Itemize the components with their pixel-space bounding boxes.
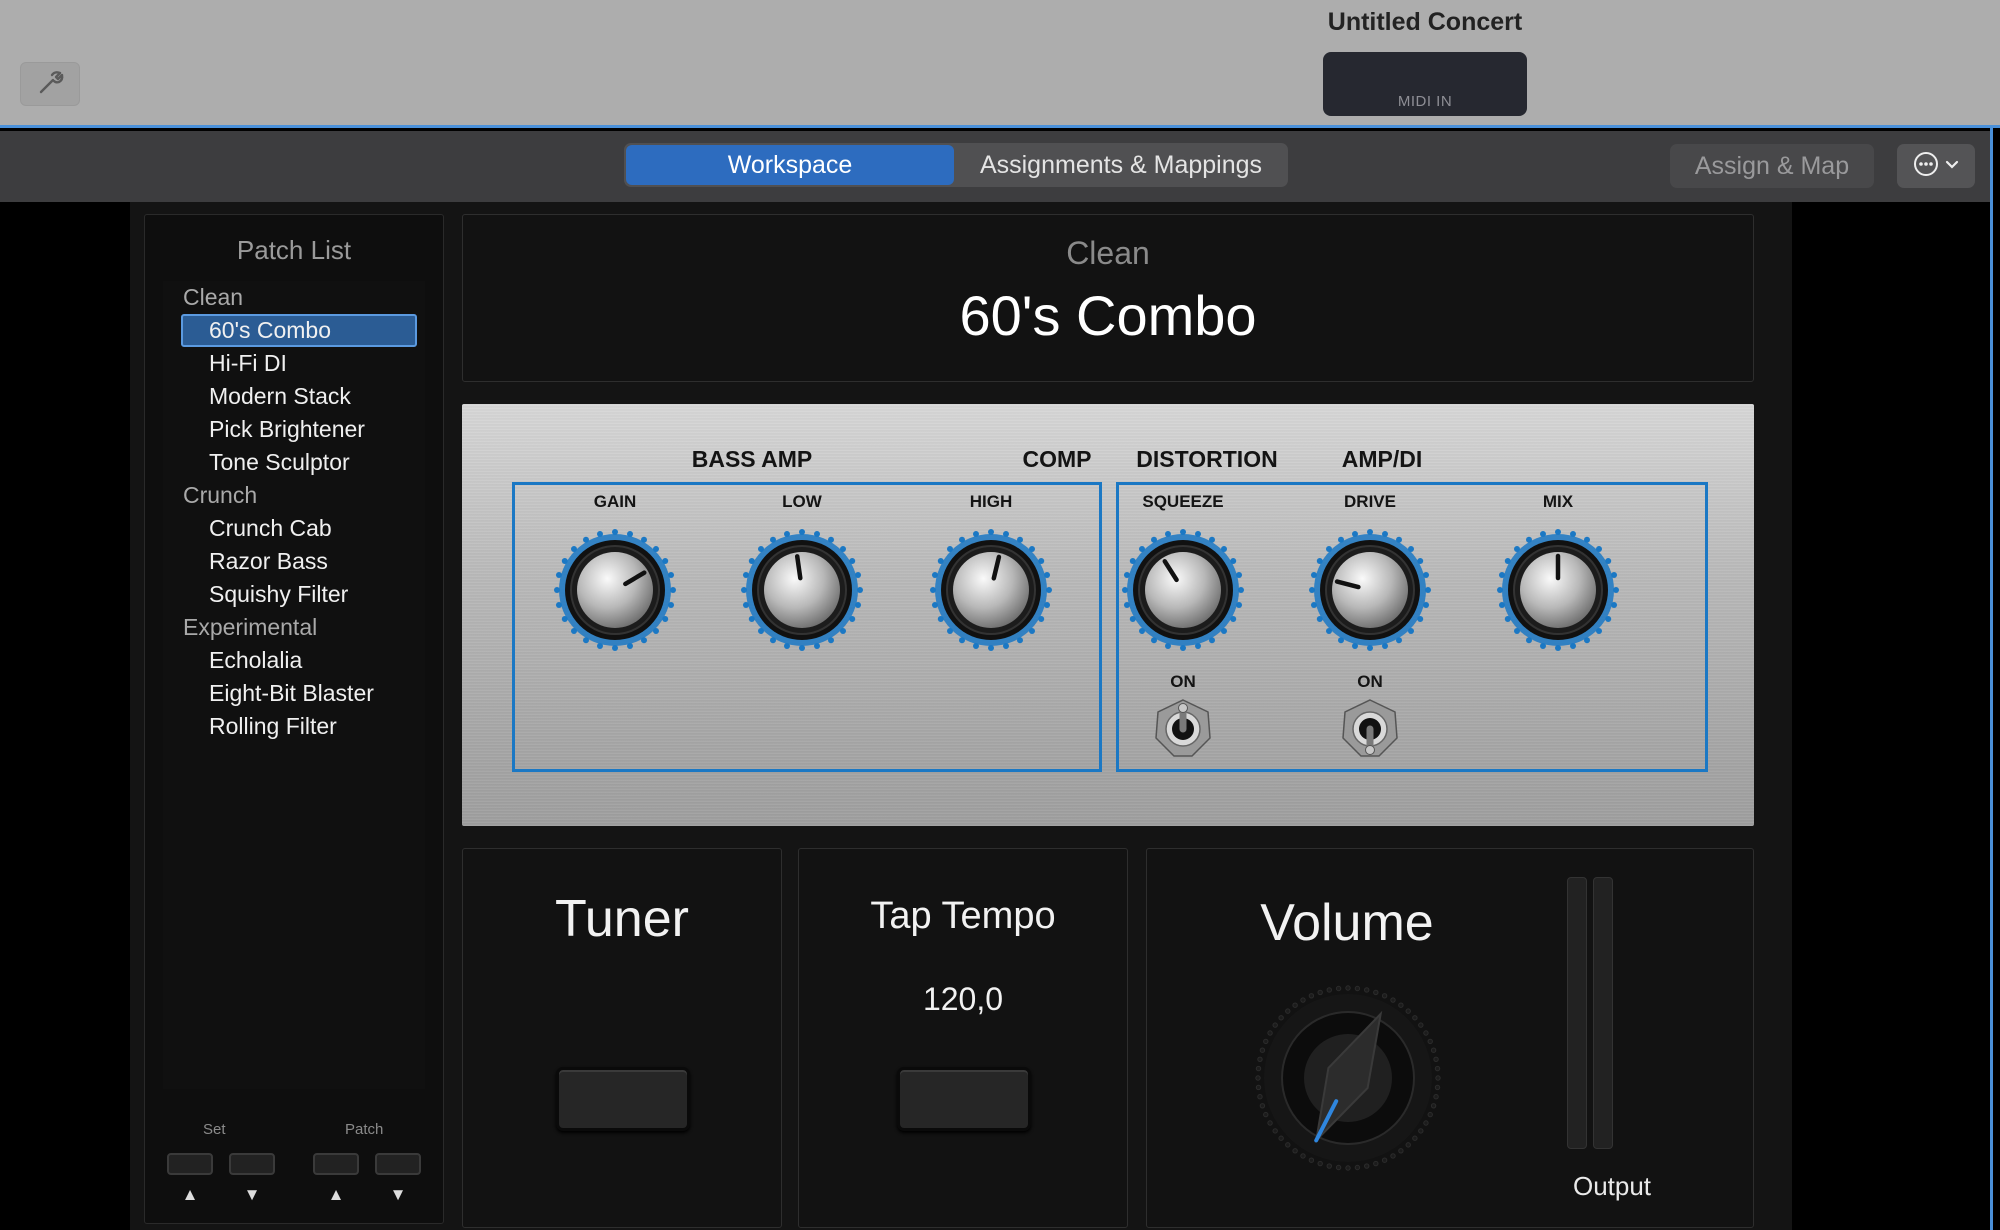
drive-knob[interactable] bbox=[1308, 528, 1432, 652]
low-knob[interactable] bbox=[740, 528, 864, 652]
toolbar: Workspace Assignments & Mappings Assign … bbox=[0, 131, 2000, 202]
patch-category: Clean bbox=[1066, 235, 1150, 271]
patch-group-crunch[interactable]: Crunch bbox=[163, 479, 425, 512]
patch-list-title: Patch List bbox=[236, 235, 352, 265]
tap-tempo-stomp-button[interactable] bbox=[897, 1067, 1031, 1131]
section-distortion: DISTORTION bbox=[1136, 446, 1278, 472]
output-meter-left bbox=[1567, 877, 1587, 1149]
volume-panel: Volume Output bbox=[1146, 848, 1754, 1228]
output-meter-right bbox=[1593, 877, 1613, 1149]
high-knob[interactable] bbox=[929, 528, 1053, 652]
midi-in-display: MIDI IN bbox=[1323, 52, 1527, 116]
patch-item[interactable]: Echolalia bbox=[163, 644, 425, 677]
workspace: Patch List Clean 60's Combo Hi-Fi DI Mod… bbox=[130, 202, 1792, 1230]
tuner-stomp-button[interactable] bbox=[556, 1067, 690, 1131]
patch-item[interactable]: Tone Sculptor bbox=[163, 446, 425, 479]
distortion-on-label: ON bbox=[1357, 672, 1383, 691]
patch-up-button[interactable] bbox=[313, 1153, 359, 1175]
patch-group-experimental[interactable]: Experimental bbox=[163, 611, 425, 644]
patch-item[interactable]: Squishy Filter bbox=[163, 578, 425, 611]
wrench-icon bbox=[35, 67, 65, 102]
tab-assignments-mappings[interactable]: Assignments & Mappings bbox=[956, 145, 1286, 185]
patch-item[interactable]: Crunch Cab bbox=[163, 512, 425, 545]
tempo-value: 120,0 bbox=[922, 981, 1004, 1017]
patch-header: Clean 60's Combo bbox=[462, 214, 1754, 382]
section-bass-amp: BASS AMP bbox=[691, 446, 813, 472]
patch-down-button[interactable] bbox=[375, 1153, 421, 1175]
concert-title: Untitled Concert bbox=[1327, 8, 1523, 36]
patch-list[interactable]: Clean 60's Combo Hi-Fi DI Modern Stack P… bbox=[163, 281, 425, 1089]
patch-list-panel: Patch List Clean 60's Combo Hi-Fi DI Mod… bbox=[144, 214, 444, 1224]
section-comp: COMP bbox=[1022, 446, 1092, 472]
patch-name: 60's Combo bbox=[959, 284, 1257, 347]
patch-item[interactable]: Pick Brightener bbox=[163, 413, 425, 446]
section-amp-di: AMP/DI bbox=[1341, 446, 1423, 472]
more-options-button[interactable] bbox=[1897, 144, 1975, 188]
volume-knob[interactable] bbox=[1253, 983, 1443, 1173]
assign-map-button[interactable]: Assign & Map bbox=[1670, 144, 1874, 188]
arrow-up-icon: ▲ bbox=[181, 1185, 199, 1204]
tab-workspace[interactable]: Workspace bbox=[626, 145, 954, 185]
tap-tempo-panel: Tap Tempo 120,0 bbox=[798, 848, 1128, 1228]
mix-knob[interactable] bbox=[1496, 528, 1620, 652]
knob-label-squeeze: SQUEEZE bbox=[1142, 492, 1224, 511]
arrow-down-icon: ▼ bbox=[389, 1185, 407, 1204]
chevron-down-icon bbox=[1945, 157, 1959, 175]
comp-toggle-switch[interactable] bbox=[1152, 698, 1214, 760]
set-up-button[interactable] bbox=[167, 1153, 213, 1175]
amp-panel: BASS AMP COMP DISTORTION AMP/DI GAIN LOW… bbox=[462, 404, 1754, 826]
patch-nav-label: Patch bbox=[345, 1121, 384, 1138]
patch-group-clean[interactable]: Clean bbox=[163, 281, 425, 314]
squeeze-knob[interactable] bbox=[1121, 528, 1245, 652]
tuner-panel: Tuner bbox=[462, 848, 782, 1228]
knob-label-low: LOW bbox=[782, 492, 822, 511]
patch-item[interactable]: Hi-Fi DI bbox=[163, 347, 425, 380]
knob-label-drive: DRIVE bbox=[1344, 492, 1396, 511]
set-down-button[interactable] bbox=[229, 1153, 275, 1175]
patch-item[interactable]: Eight-Bit Blaster bbox=[163, 677, 425, 710]
knob-label-high: HIGH bbox=[969, 492, 1013, 511]
tap-tempo-title: Tap Tempo bbox=[870, 895, 1056, 937]
gain-knob[interactable] bbox=[553, 528, 677, 652]
patch-item[interactable]: Rolling Filter bbox=[163, 710, 425, 743]
arrow-down-icon: ▼ bbox=[243, 1185, 261, 1204]
knob-label-mix: MIX bbox=[1542, 492, 1574, 511]
comp-on-label: ON bbox=[1170, 672, 1196, 691]
tuner-title: Tuner bbox=[555, 890, 689, 948]
patch-item[interactable]: Modern Stack bbox=[163, 380, 425, 413]
set-label: Set bbox=[203, 1121, 226, 1138]
knob-label-gain: GAIN bbox=[593, 492, 637, 511]
patch-item-selected[interactable]: 60's Combo bbox=[181, 314, 417, 347]
midi-in-label: MIDI IN bbox=[1397, 93, 1453, 110]
arrow-up-icon: ▲ bbox=[327, 1185, 345, 1204]
output-label: Output bbox=[1572, 1171, 1652, 1201]
volume-title: Volume bbox=[1260, 894, 1434, 952]
view-segmented-control: Workspace Assignments & Mappings bbox=[624, 143, 1288, 187]
ellipsis-circle-icon bbox=[1913, 151, 1939, 182]
distortion-toggle-switch[interactable] bbox=[1339, 698, 1401, 760]
wrench-button[interactable] bbox=[20, 62, 80, 106]
patch-item[interactable]: Razor Bass bbox=[163, 545, 425, 578]
title-bar: Untitled Concert MIDI IN bbox=[0, 0, 2000, 128]
window-edge bbox=[1990, 128, 2000, 1230]
